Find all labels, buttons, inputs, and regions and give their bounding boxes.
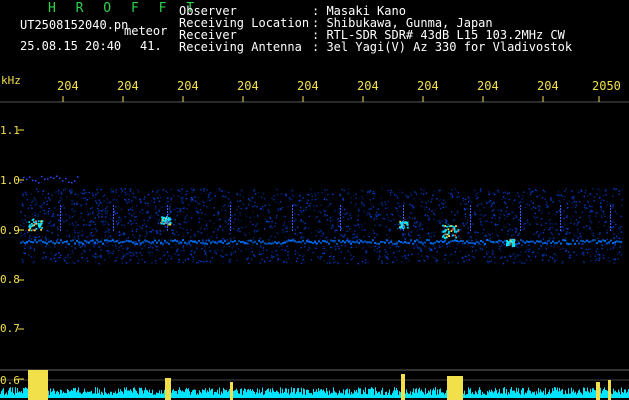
level-bar-peak (608, 380, 611, 400)
x-tick-label: 204 (357, 79, 379, 93)
level-bar-peak (165, 378, 171, 400)
file-name: UT2508152040.pn (20, 18, 129, 32)
info-values: : Masaki Kano : Shibukawa, Gunma, Japan … (312, 5, 572, 53)
y-tick-label: 0.6 (0, 374, 20, 387)
info-labels: Observer Receiving Location Receiver Rec… (179, 5, 309, 53)
y-tick-label: 0.8 (0, 273, 20, 286)
x-tick-label: 204 (57, 79, 79, 93)
level-bar-peak (28, 370, 48, 400)
level-bar-peak (596, 382, 600, 400)
label-antenna: Receiving Antenna (179, 40, 302, 54)
level-bar-peak (447, 376, 463, 400)
level-bar-peak (401, 374, 405, 400)
x-tick-label: 204 (117, 79, 139, 93)
x-tick-label: 204 (297, 79, 319, 93)
x-tick-label: 204 (237, 79, 259, 93)
spectrogram-noise (20, 175, 624, 265)
x-tick-label: 204 (477, 79, 499, 93)
x-tick-label: 204 (177, 79, 199, 93)
x-tick-label: 204 (537, 79, 559, 93)
detection-type: meteor (124, 24, 168, 38)
level-bar-peak (230, 382, 233, 400)
y-tick-label: 0.9 (0, 224, 20, 237)
y-tick-label: 1.0 (0, 174, 20, 187)
value-antenna: : 3el Yagi(V) Az 330 for Vladivostok (312, 40, 573, 54)
axis-tick-marks (18, 96, 600, 380)
spectrogram-plot (0, 96, 629, 400)
y-tick-label: 0.7 (0, 322, 20, 335)
observation-datetime: 25.08.15 20:40 (20, 39, 122, 53)
detection-count: 41. (140, 39, 162, 53)
hrofft-display: H R O F F T UT2508152040.pn meteor 25.08… (0, 0, 629, 400)
x-tick-label: 2050 (592, 79, 621, 93)
y-tick-label: 1.1 (0, 124, 20, 137)
level-bars (0, 370, 629, 400)
x-tick-label: 204 (417, 79, 439, 93)
y-axis-unit: kHz (1, 74, 21, 87)
brand-title: H R O F F T (48, 1, 201, 16)
